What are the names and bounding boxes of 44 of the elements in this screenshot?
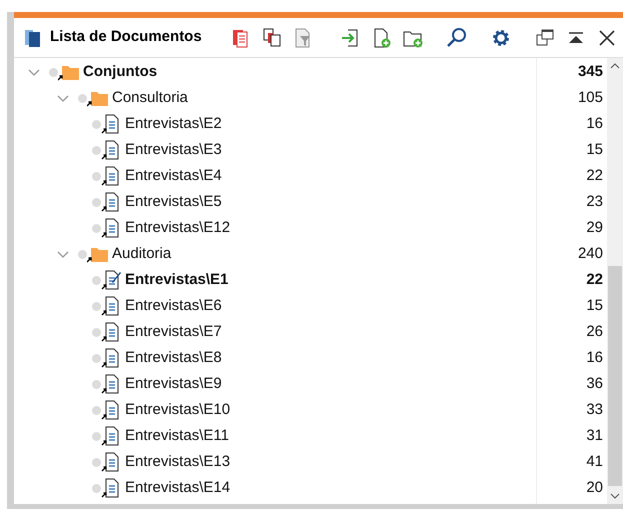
count-cell-text: 22	[585, 270, 604, 290]
document-label[interactable]: Entrevistas\E12	[125, 216, 230, 240]
count-cell-text: 16	[585, 114, 604, 134]
document-label[interactable]: Entrevistas\E9	[125, 372, 222, 396]
document-label[interactable]: Entrevistas\E8	[125, 346, 222, 370]
scrollbar[interactable]	[607, 58, 623, 504]
count-cell-text: 26	[585, 322, 604, 342]
count-cell-text: 33	[585, 400, 604, 420]
document-label[interactable]: Entrevistas\E10	[125, 398, 230, 422]
count-cell-text: 16	[585, 348, 604, 368]
document-label[interactable]: Entrevistas\E11	[125, 424, 229, 448]
undock-icon[interactable]	[534, 26, 556, 48]
document-label[interactable]: Entrevistas\E2	[125, 112, 222, 136]
document-label[interactable]: Entrevistas\E1	[125, 268, 228, 292]
documents-icon	[23, 28, 43, 48]
count-cell-text: 36	[585, 374, 604, 394]
count-cell-text: 15	[585, 140, 604, 160]
folder-icon	[87, 89, 109, 107]
document-label[interactable]: Entrevistas\E13	[125, 450, 230, 474]
count-cell-text: 15	[585, 296, 604, 316]
set-label[interactable]: Consultoria	[112, 86, 188, 110]
panel-title: Lista de Documentos	[50, 27, 202, 48]
search-icon[interactable]	[446, 26, 468, 48]
count-cell-text: 31	[585, 426, 604, 446]
set-label[interactable]: Auditoria	[112, 242, 172, 266]
document-label[interactable]: Entrevistas\E3	[125, 138, 222, 162]
set-label[interactable]: Conjuntos	[83, 60, 158, 84]
copy-icon[interactable]	[260, 26, 283, 48]
document-label[interactable]: Entrevistas\E5	[125, 190, 222, 214]
count-cell-text: 105	[576, 88, 604, 108]
document-label[interactable]: Entrevistas\E14	[125, 476, 230, 500]
document-label[interactable]: Entrevistas\E7	[125, 320, 222, 344]
scroll-thumb[interactable]	[608, 266, 622, 486]
count-cell-text: 23	[585, 192, 604, 212]
count-cell-text: 41	[585, 452, 604, 472]
document-label[interactable]: Entrevistas\E6	[125, 294, 222, 318]
document-label[interactable]: Entrevistas\E4	[125, 164, 222, 188]
count-cell-text: 20	[585, 478, 604, 498]
count-cell-text: 29	[585, 218, 604, 238]
count-cell-text: 240	[576, 244, 604, 264]
folder-icon	[58, 63, 80, 81]
count-cell-text: 345	[576, 62, 604, 82]
count-cell-text: 22	[585, 166, 604, 186]
folder-icon	[87, 245, 109, 263]
